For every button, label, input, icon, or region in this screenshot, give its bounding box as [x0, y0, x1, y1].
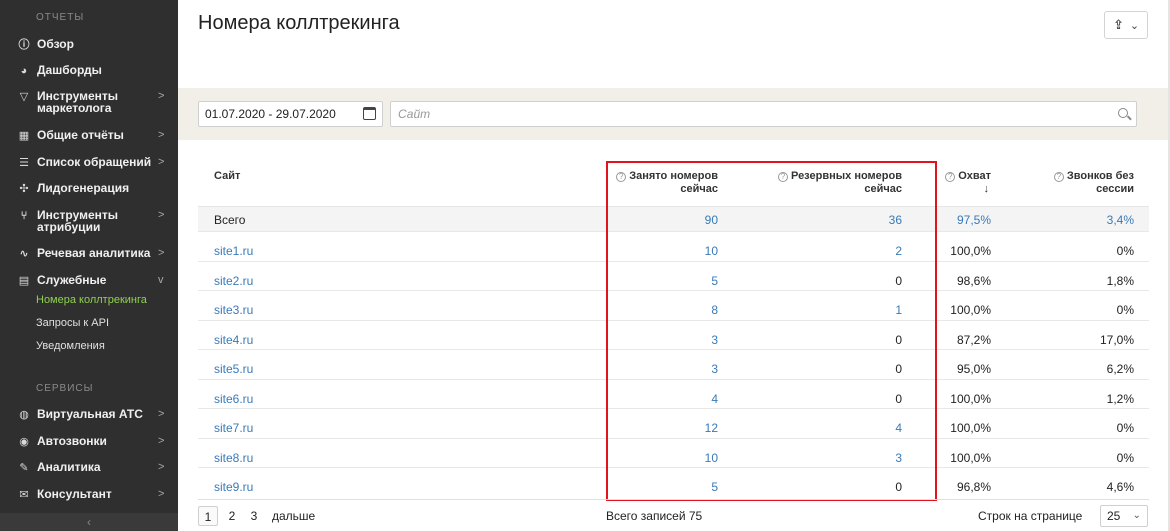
sidebar-subitem-notifications[interactable]: Уведомления: [36, 340, 105, 352]
row-site-link[interactable]: site5.ru: [214, 362, 253, 376]
row-no-session: 0%: [1116, 303, 1134, 317]
sidebar-item-analytics[interactable]: ✎ Аналитика >: [0, 461, 178, 474]
row-no-session: 0%: [1116, 244, 1134, 258]
sidebar-item-autocalls[interactable]: ◉ Автозвонки >: [0, 435, 178, 448]
sidebar: ОТЧЕТЫ ⓘ Обзор ◕ Дашборды ▽ Инструменты …: [0, 0, 178, 531]
page-3-button[interactable]: 3: [246, 506, 262, 526]
sidebar-subitem-calltracking-numbers[interactable]: Номера коллтрекинга: [36, 294, 147, 306]
total-coverage[interactable]: 97,5%: [930, 213, 991, 227]
total-no-session[interactable]: 3,4%: [1060, 213, 1134, 227]
table-icon: ▦: [18, 130, 30, 142]
row-coverage: 100,0%: [950, 450, 991, 465]
filter-bar: 01.07.2020 - 29.07.2020 Сайт: [178, 88, 1168, 140]
row-no-session: 17,0%: [1099, 332, 1134, 347]
sidebar-item-general-reports[interactable]: ▦ Общие отчёты >: [0, 129, 178, 142]
sidebar-section-reports: ОТЧЕТЫ: [36, 12, 85, 23]
phone-icon: ◍: [19, 409, 29, 421]
pie-chart-icon: ◕: [20, 65, 28, 77]
row-site-link[interactable]: site1.ru: [214, 244, 253, 258]
highlight-box: [606, 161, 937, 501]
row-site-link[interactable]: site7.ru: [214, 421, 253, 435]
col-header-no-session[interactable]: ? Звонков без сессии: [1040, 170, 1134, 196]
row-coverage: 98,6%: [956, 273, 991, 288]
row-coverage: 100,0%: [950, 244, 991, 258]
chat-icon: ✉: [19, 489, 29, 501]
row-no-session: 1,8%: [1106, 273, 1134, 288]
sidebar-item-consultant[interactable]: ✉ Консультант >: [0, 488, 178, 501]
site-search-input[interactable]: Сайт: [390, 101, 1137, 127]
next-page-button[interactable]: дальше: [272, 506, 316, 526]
row-no-session: 0%: [1116, 421, 1134, 435]
row-coverage: 100,0%: [950, 391, 991, 406]
info-square-icon: ⓘ: [18, 39, 30, 51]
row-site-link[interactable]: site4.ru: [214, 333, 253, 347]
calendar-icon[interactable]: [363, 107, 376, 120]
row-no-session: 0%: [1116, 450, 1134, 465]
row-site-link[interactable]: site9.ru: [214, 480, 253, 494]
date-range-value: 01.07.2020 - 29.07.2020: [205, 107, 336, 121]
help-icon[interactable]: ?: [1053, 172, 1064, 182]
sidebar-item-requests-list[interactable]: ☰ Список обращений >: [0, 156, 178, 169]
calendar-icon: ▤: [18, 275, 30, 287]
chevron-down-icon: ⌄: [1129, 19, 1140, 32]
funnel-icon: ▽: [19, 91, 29, 103]
sidebar-collapse-button[interactable]: ‹: [0, 513, 178, 531]
row-site-link[interactable]: site2.ru: [214, 274, 253, 288]
row-site-link[interactable]: site6.ru: [214, 392, 253, 406]
per-page-select[interactable]: 25 ⌄: [1100, 505, 1148, 527]
footer-divider: [198, 499, 1149, 500]
row-no-session: 1,2%: [1106, 391, 1134, 406]
row-coverage: 100,0%: [950, 303, 991, 317]
list-icon: ☰: [19, 157, 29, 169]
analytics-icon: ✎: [19, 462, 29, 474]
page-1-button[interactable]: 1: [198, 506, 218, 526]
branch-icon: ⑂: [20, 210, 28, 222]
total-records: Всего записей 75: [606, 509, 703, 523]
sidebar-item-marketer-tools[interactable]: ▽ Инструменты маркетолога >: [0, 90, 178, 114]
network-icon: ✣: [19, 183, 29, 195]
row-coverage: 96,8%: [956, 480, 991, 494]
upload-icon: ⇪: [1112, 17, 1124, 32]
sidebar-item-attribution-tools[interactable]: ⑂ Инструменты атрибуции >: [0, 209, 178, 233]
sidebar-item-service[interactable]: ▤ Служебные v: [0, 274, 178, 287]
sidebar-subitem-api-requests[interactable]: Запросы к API: [36, 317, 109, 329]
autocall-icon: ◉: [19, 436, 29, 448]
page-2-button[interactable]: 2: [224, 506, 240, 526]
date-range-input[interactable]: 01.07.2020 - 29.07.2020: [198, 101, 383, 127]
sidebar-item-virtual-pbx[interactable]: ◍ Виртуальная АТС >: [0, 408, 178, 421]
page-title: Номера коллтрекинга: [198, 12, 400, 34]
row-coverage: 100,0%: [950, 421, 991, 435]
search-icon[interactable]: [1118, 108, 1128, 118]
row-site-link[interactable]: site8.ru: [214, 451, 253, 465]
total-label: Всего: [214, 213, 246, 227]
col-header-coverage[interactable]: ? Охват ↓: [930, 170, 991, 196]
waveform-icon: ∿: [19, 248, 29, 260]
sidebar-item-overview[interactable]: ⓘ Обзор: [0, 38, 178, 51]
site-search-placeholder: Сайт: [398, 107, 431, 121]
row-no-session: 6,2%: [1106, 362, 1134, 376]
row-site-link[interactable]: site3.ru: [214, 303, 253, 317]
sort-desc-icon: ↓: [983, 183, 990, 195]
sidebar-item-speech-analytics[interactable]: ∿ Речевая аналитика >: [0, 247, 178, 260]
col-header-site[interactable]: Сайт: [214, 170, 240, 183]
row-coverage: 95,0%: [956, 362, 991, 376]
sidebar-item-leadgen[interactable]: ✣ Лидогенерация: [0, 182, 178, 195]
export-button[interactable]: ⇪ ⌄: [1104, 11, 1148, 39]
row-coverage: 87,2%: [956, 332, 991, 347]
help-icon[interactable]: ?: [945, 172, 956, 182]
per-page-label: Строк на странице: [978, 509, 1083, 523]
sidebar-section-services: СЕРВИСЫ: [36, 383, 94, 394]
sidebar-item-dashboards[interactable]: ◕ Дашборды: [0, 64, 178, 77]
chevron-left-icon: ‹: [87, 515, 91, 529]
row-no-session: 4,6%: [1106, 480, 1134, 494]
chevron-down-icon: ⌄: [1132, 510, 1141, 521]
